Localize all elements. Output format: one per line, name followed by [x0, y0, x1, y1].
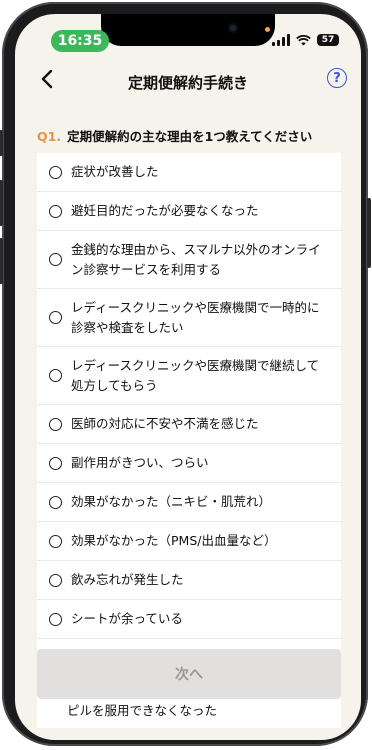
radio-icon[interactable]: [49, 311, 62, 324]
option-item[interactable]: 避妊目的だったが必要なくなった: [37, 192, 341, 231]
screen: 16:35 57 定期便解約手続き ? Q1. 定期便解約の主な理由を1つ教えてく…: [15, 14, 361, 740]
privacy-indicator-icon: [265, 27, 270, 32]
partial-option-label: ピルを服用できなくなった: [67, 703, 218, 718]
option-item[interactable]: 症状が改善した: [37, 153, 341, 192]
option-item[interactable]: 飲み忘れが発生した: [37, 561, 341, 600]
wifi-icon: [296, 34, 311, 45]
radio-icon[interactable]: [49, 573, 62, 587]
question-number: Q1.: [37, 129, 62, 144]
option-label: 金銭的な理由から、スマルナ以外のオンライン診察サービスを利用する: [71, 241, 321, 277]
option-item[interactable]: レディースクリニックや医療機関で継続して処方してもらう: [37, 347, 341, 405]
radio-icon[interactable]: [49, 612, 62, 626]
option-label: シートが余っている: [71, 611, 183, 626]
battery-icon: 57: [317, 34, 339, 46]
option-item[interactable]: 医師の対応に不安や不満を感じた: [37, 405, 341, 444]
option-item[interactable]: 副作用がきつい、つらい: [37, 444, 341, 483]
option-label: 飲み忘れが発生した: [71, 572, 184, 587]
help-icon[interactable]: ?: [327, 68, 347, 88]
radio-icon[interactable]: [49, 204, 62, 218]
camera-icon: [228, 23, 238, 33]
option-label: 効果がなかった（ニキビ・肌荒れ）: [71, 494, 272, 509]
volume-down-button: [0, 238, 3, 284]
nav-header: 定期便解約手続き ?: [15, 60, 361, 100]
option-label: 症状が改善した: [71, 164, 159, 179]
cellular-signal-icon: [272, 34, 290, 46]
radio-icon[interactable]: [49, 456, 62, 470]
next-button-label: 次へ: [175, 667, 203, 683]
radio-icon[interactable]: [49, 253, 62, 266]
option-item[interactable]: シートが余っている: [37, 600, 341, 639]
option-item[interactable]: 効果がなかった（ニキビ・肌荒れ）: [37, 483, 341, 522]
status-time: 16:35: [51, 30, 109, 52]
question-text: 定期便解約の主な理由を1つ教えてください: [67, 129, 313, 144]
next-button[interactable]: 次へ: [37, 649, 341, 699]
power-button: [367, 198, 371, 268]
option-item[interactable]: 金銭的な理由から、スマルナ以外のオンライン診察サービスを利用する: [37, 231, 341, 289]
option-label: 効果がなかった（PMS/出血量など）: [71, 533, 277, 548]
radio-icon[interactable]: [49, 417, 62, 431]
radio-icon[interactable]: [49, 495, 62, 509]
option-label: 副作用がきつい、つらい: [71, 455, 209, 470]
option-item[interactable]: 効果がなかった（PMS/出血量など）: [37, 522, 341, 561]
status-icons: 57: [272, 34, 339, 46]
question-title: Q1. 定期便解約の主な理由を1つ教えてください: [37, 126, 312, 145]
radio-icon[interactable]: [49, 165, 62, 179]
option-label: 医師の対応に不安や不満を感じた: [71, 416, 259, 431]
volume-up-button: [0, 180, 3, 226]
page-title: 定期便解約手続き: [127, 74, 248, 92]
option-label: レディースクリニックや医療機関で一時的に診察や検査をしたい: [71, 299, 320, 335]
option-label: 避妊目的だったが必要なくなった: [71, 203, 259, 218]
options-list: 症状が改善した 避妊目的だったが必要なくなった 金銭的な理由から、スマルナ以外の…: [37, 153, 341, 728]
option-label: レディースクリニックや医療機関で継続して処方してもらう: [71, 357, 320, 393]
radio-icon[interactable]: [49, 534, 62, 548]
notch: [101, 14, 275, 46]
radio-icon[interactable]: [49, 369, 62, 382]
option-item[interactable]: レディースクリニックや医療機関で一時的に診察や検査をしたい: [37, 289, 341, 347]
phone-frame: 16:35 57 定期便解約手続き ? Q1. 定期便解約の主な理由を1つ教えてく…: [0, 2, 371, 746]
silent-switch: [0, 130, 3, 156]
